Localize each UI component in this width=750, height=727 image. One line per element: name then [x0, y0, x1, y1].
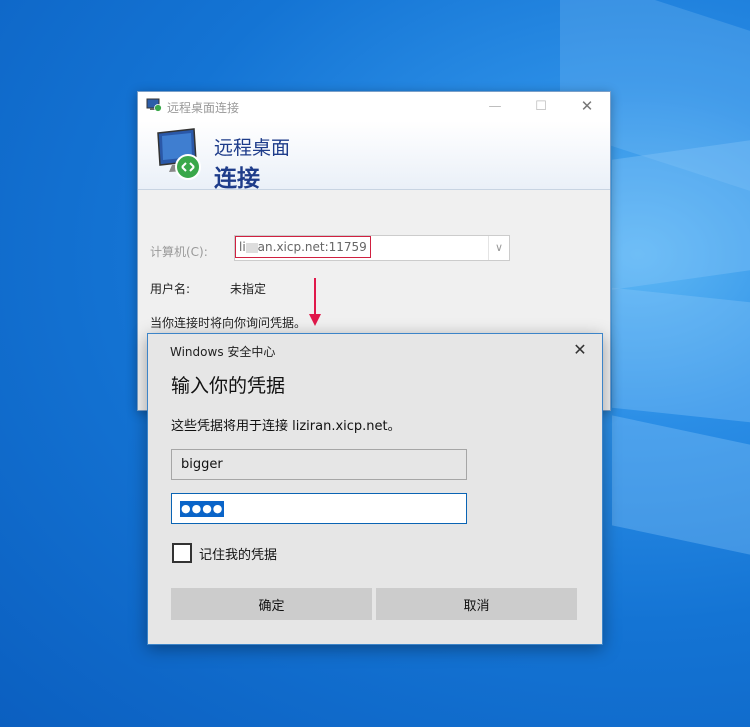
header-title-line2: 连接: [214, 166, 260, 192]
close-icon: ✕: [573, 340, 587, 359]
dialog-close-button[interactable]: ✕: [568, 339, 592, 361]
remember-credentials-checkbox[interactable]: [172, 543, 192, 563]
cancel-button[interactable]: 取消: [376, 588, 577, 620]
computer-value-highlight: li an.xicp.net:11759: [235, 236, 371, 258]
username-label: 用户名:: [150, 282, 191, 296]
dialog-description: 这些凭据将用于连接 liziran.xicp.net。: [171, 419, 401, 434]
redacted-patch: [245, 242, 258, 253]
dialog-heading: 输入你的凭据: [171, 375, 286, 397]
security-dialog: Windows 安全中心 ✕ 输入你的凭据 这些凭据将用于连接 liziran.…: [147, 333, 603, 645]
close-icon: ✕: [580, 97, 594, 115]
username-input[interactable]: [171, 449, 467, 480]
window-title: 远程桌面连接: [167, 101, 240, 115]
wallpaper-window-pane: [612, 287, 750, 423]
minimize-icon: —: [488, 99, 502, 114]
dropdown-chevron-icon[interactable]: ∨: [488, 236, 509, 260]
title-bar[interactable]: 远程桌面连接 — ☐ ✕: [138, 92, 610, 121]
maximize-button[interactable]: ☐: [518, 92, 564, 121]
header-title-line1: 远程桌面: [214, 137, 291, 159]
red-arrow-icon: [309, 278, 321, 326]
ok-button[interactable]: 确定: [171, 588, 372, 620]
computer-value-prefix: li: [239, 240, 246, 254]
computer-label: 计算机(C):: [150, 245, 208, 259]
maximize-icon: ☐: [535, 99, 547, 114]
remember-credentials-label[interactable]: 记住我的凭据: [199, 544, 277, 563]
username-value: 未指定: [230, 282, 267, 296]
wallpaper-window-pane: [612, 140, 750, 290]
rdp-banner: 远程桌面 连接: [138, 121, 610, 192]
password-mask-selected: ●●●●: [180, 501, 225, 517]
credentials-info: 当你连接时将向你询问凭据。: [150, 316, 307, 330]
minimize-button[interactable]: —: [472, 92, 518, 121]
close-button[interactable]: ✕: [564, 92, 610, 121]
computer-combobox[interactable]: li an.xicp.net:11759 ∨: [234, 235, 510, 261]
wallpaper-window-pane: [612, 415, 750, 555]
remote-desktop-monitor-icon: [157, 128, 201, 180]
password-input[interactable]: ●●●●: [171, 493, 467, 524]
dialog-title: Windows 安全中心: [170, 345, 276, 359]
remote-desktop-app-icon: [146, 98, 162, 112]
computer-value-suffix: an.xicp.net:11759: [257, 240, 367, 254]
